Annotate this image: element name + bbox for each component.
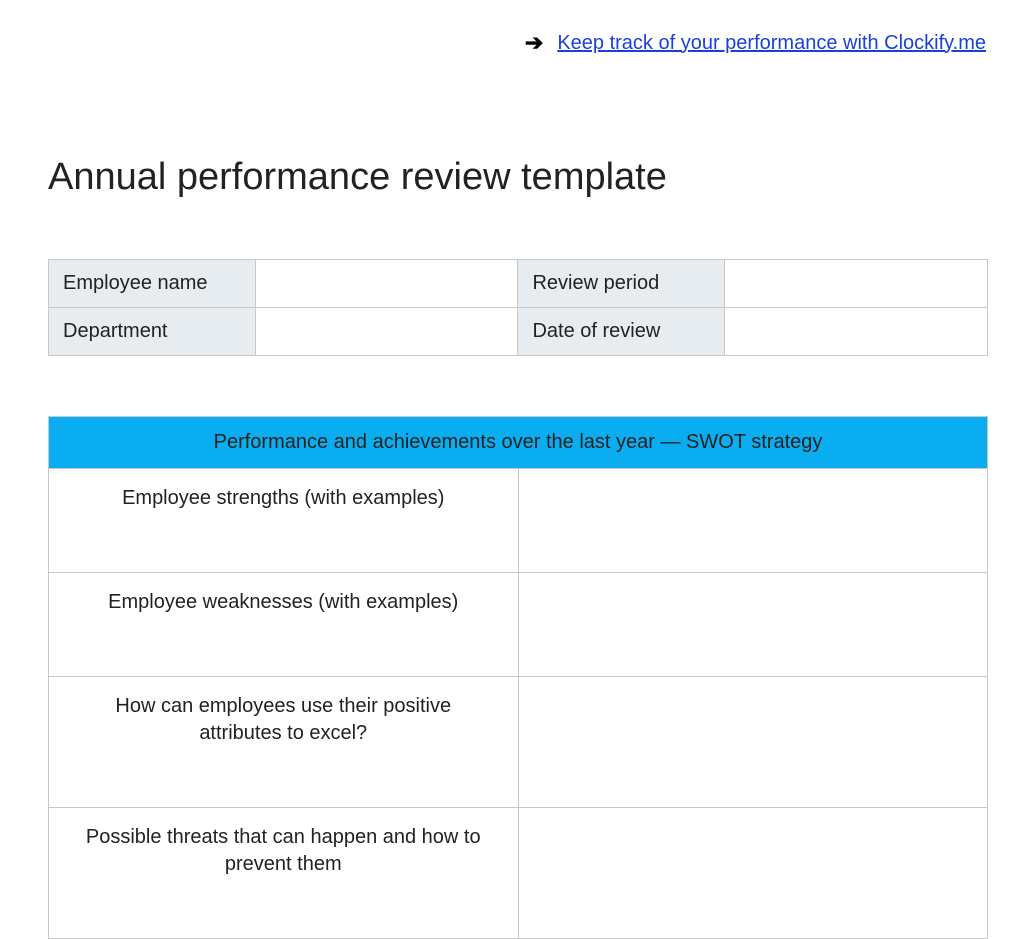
- arrow-right-icon: ➔: [525, 30, 543, 56]
- swot-answer-opportunities[interactable]: [518, 677, 988, 808]
- top-link-bar: ➔ Keep track of your performance with Cl…: [0, 0, 1036, 56]
- document-body: Annual performance review template Emplo…: [0, 156, 1036, 939]
- page-title: Annual performance review template: [48, 156, 988, 199]
- label-department: Department: [49, 308, 256, 356]
- value-date-of-review[interactable]: [725, 308, 988, 356]
- clockify-link[interactable]: Keep track of your performance with Cloc…: [557, 32, 986, 55]
- swot-question-strengths: Employee strengths (with examples): [49, 469, 519, 573]
- swot-answer-weaknesses[interactable]: [518, 573, 988, 677]
- value-department[interactable]: [255, 308, 518, 356]
- value-employee-name[interactable]: [255, 260, 518, 308]
- table-row: Employee weaknesses (with examples): [49, 573, 988, 677]
- table-row: Possible threats that can happen and how…: [49, 808, 988, 939]
- swot-header-row: Performance and achievements over the la…: [49, 417, 988, 469]
- swot-header: Performance and achievements over the la…: [49, 417, 988, 469]
- label-date-of-review: Date of review: [518, 308, 725, 356]
- swot-question-opportunities: How can employees use their positive att…: [49, 677, 519, 808]
- label-review-period: Review period: [518, 260, 725, 308]
- swot-answer-threats[interactable]: [518, 808, 988, 939]
- label-employee-name: Employee name: [49, 260, 256, 308]
- table-row: Department Date of review: [49, 308, 988, 356]
- table-row: Employee name Review period: [49, 260, 988, 308]
- swot-table: Performance and achievements over the la…: [48, 416, 988, 939]
- swot-answer-strengths[interactable]: [518, 469, 988, 573]
- swot-question-threats: Possible threats that can happen and how…: [49, 808, 519, 939]
- table-row: How can employees use their positive att…: [49, 677, 988, 808]
- value-review-period[interactable]: [725, 260, 988, 308]
- employee-info-table: Employee name Review period Department D…: [48, 259, 988, 356]
- swot-question-weaknesses: Employee weaknesses (with examples): [49, 573, 519, 677]
- table-row: Employee strengths (with examples): [49, 469, 988, 573]
